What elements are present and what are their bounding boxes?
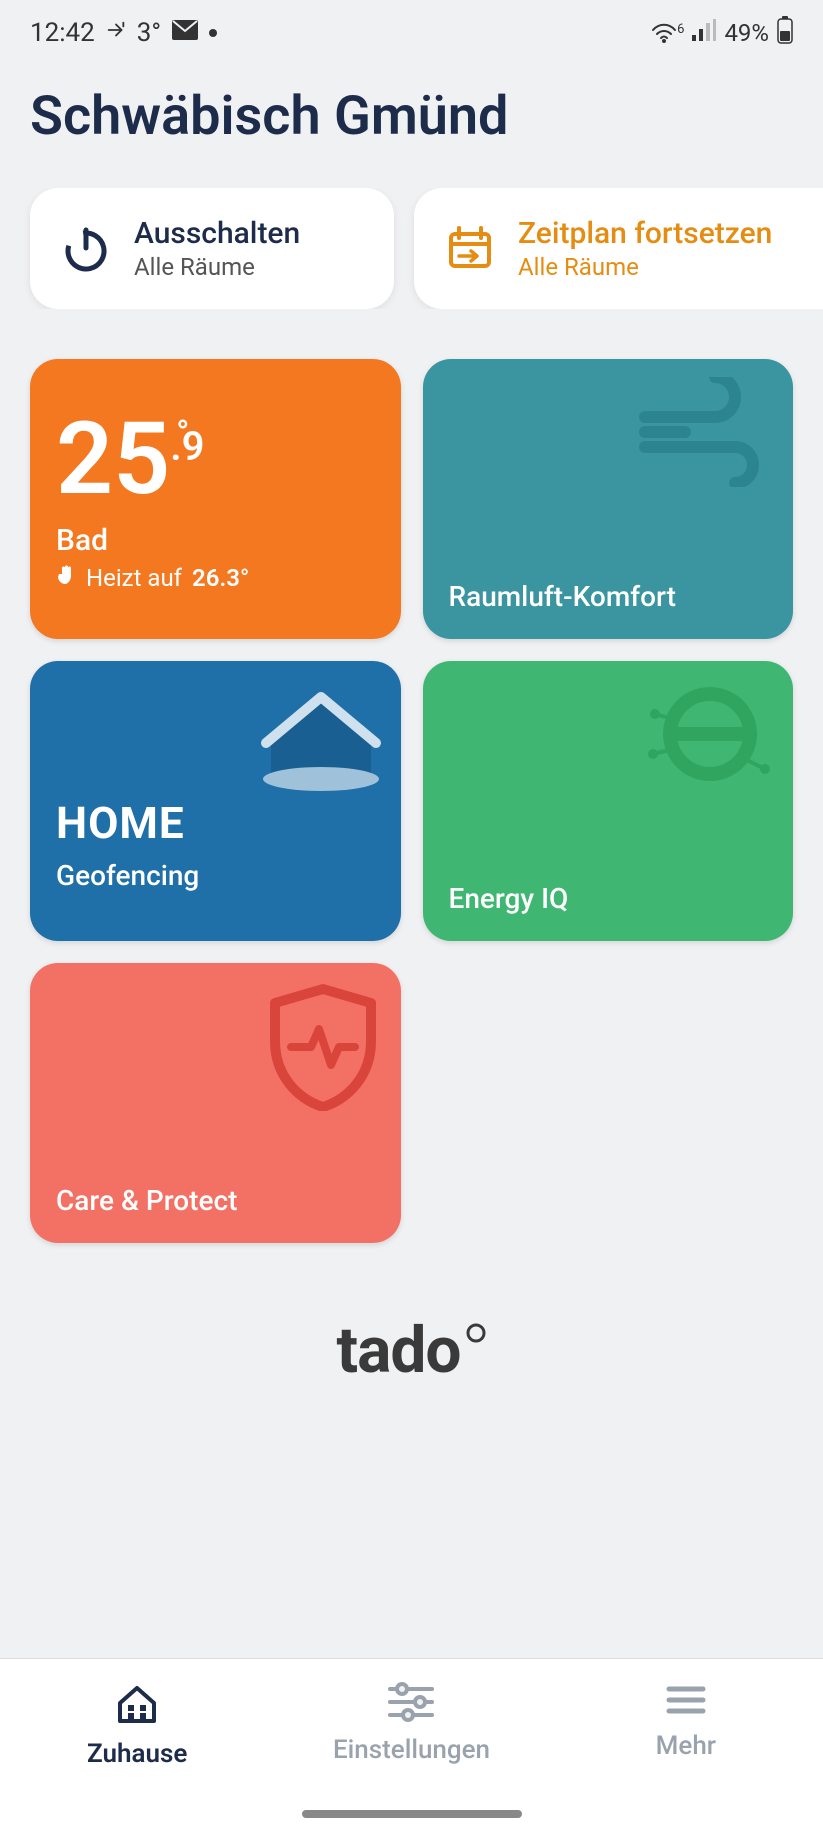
status-outdoor-temp: 3°: [137, 18, 161, 48]
brand-name: tado: [336, 1313, 460, 1388]
battery-icon: [777, 16, 793, 50]
sliders-icon: [386, 1681, 436, 1727]
air-comfort-tile[interactable]: Raumluft-Komfort: [423, 359, 794, 639]
battery-percent: 49%: [724, 19, 769, 47]
status-bar: 12:42 3° 6 49%: [0, 0, 823, 55]
room-tile-bad[interactable]: 25 ° .9 Bad Heizt auf 26.3°: [30, 359, 401, 639]
turn-off-all-button[interactable]: Ausschalten Alle Räume: [30, 188, 394, 309]
room-temp-dec: ° .9: [170, 415, 204, 470]
geofence-state: HOME: [56, 797, 375, 849]
signal-icon: [692, 19, 716, 47]
nav-more[interactable]: Mehr: [550, 1681, 822, 1761]
room-status-prefix: Heizt auf: [86, 564, 182, 592]
room-temp: 25 ° .9: [56, 385, 375, 505]
room-status: Heizt auf 26.3°: [56, 564, 375, 592]
shield-pulse-icon: [263, 981, 383, 1115]
turn-off-texts: Ausschalten Alle Räume: [134, 216, 300, 281]
nav-home-label: Zuhause: [87, 1739, 187, 1769]
status-time: 12:42: [30, 18, 95, 48]
mail-icon: [171, 18, 199, 48]
room-temp-int: 25: [56, 415, 170, 505]
resume-texts: Zeitplan fortsetzen Alle Räume: [518, 216, 772, 281]
nav-more-label: Mehr: [656, 1731, 716, 1761]
geofencing-tile[interactable]: HOME Geofencing: [30, 661, 401, 941]
call-forward-icon: [105, 18, 127, 48]
menu-icon: [663, 1681, 709, 1723]
energy-iq-tile[interactable]: Energy IQ: [423, 661, 794, 941]
geofence-label: Geofencing: [56, 859, 375, 892]
calendar-resume-icon: [444, 223, 496, 275]
energy-iq-label: Energy IQ: [449, 882, 569, 915]
notification-dot-icon: [209, 29, 217, 37]
home-name-title: Schwäbisch Gmünd: [0, 55, 823, 188]
brand-logo: tado: [0, 1313, 823, 1388]
power-icon: [60, 223, 112, 275]
gesture-handle[interactable]: [302, 1810, 522, 1818]
air-comfort-label: Raumluft-Komfort: [449, 580, 676, 613]
brand-degree-icon: [465, 1317, 487, 1352]
home-icon: [114, 1681, 160, 1731]
nav-home[interactable]: Zuhause: [1, 1681, 273, 1769]
energy-e-icon: [625, 679, 775, 803]
care-protect-label: Care & Protect: [56, 1184, 237, 1217]
status-left: 12:42 3°: [30, 18, 217, 48]
wifi-icon: 6: [651, 22, 684, 44]
wind-icon: [635, 377, 775, 491]
nav-settings[interactable]: Einstellungen: [276, 1681, 548, 1765]
room-name: Bad: [56, 523, 375, 558]
home-snow-icon: [241, 671, 391, 795]
room-status-target: 26.3°: [192, 564, 249, 592]
nav-settings-label: Einstellungen: [333, 1735, 490, 1765]
manual-hand-icon: [56, 564, 76, 592]
wifi-gen-label: 6: [677, 22, 684, 37]
status-right: 6 49%: [651, 16, 793, 50]
tiles-grid: 25 ° .9 Bad Heizt auf 26.3° Raumluft-Kom…: [0, 309, 823, 1273]
quick-actions-row: Ausschalten Alle Räume Zeitplan fortsetz…: [0, 188, 823, 309]
care-protect-tile[interactable]: Care & Protect: [30, 963, 401, 1243]
resume-title: Zeitplan fortsetzen: [518, 216, 772, 251]
turn-off-title: Ausschalten: [134, 216, 300, 251]
resume-schedule-button[interactable]: Zeitplan fortsetzen Alle Räume: [414, 188, 823, 309]
bottom-nav: Zuhause Einstellungen Mehr: [0, 1658, 823, 1828]
room-temp-degree: °: [176, 413, 189, 453]
resume-sub: Alle Räume: [518, 253, 772, 281]
turn-off-sub: Alle Räume: [134, 253, 300, 281]
